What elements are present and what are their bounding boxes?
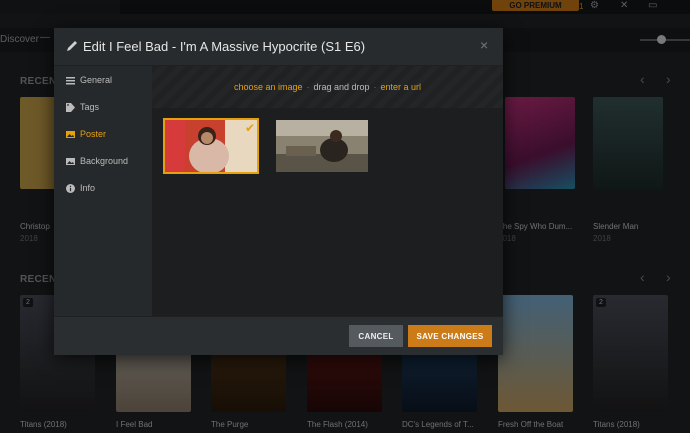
dropzone-text: choose an image · drag and drop · enter a ur…	[233, 82, 422, 92]
drag-drop-label: drag and drop	[313, 82, 370, 92]
sidebar-item-label: General	[80, 75, 113, 85]
sidebar-item-general[interactable]: General	[66, 75, 112, 85]
pencil-icon	[67, 41, 77, 51]
sidebar-item-background[interactable]: Background	[66, 156, 128, 166]
close-icon[interactable]: ×	[480, 37, 488, 53]
sidebar-item-label: Background	[80, 156, 129, 166]
poster-option[interactable]	[276, 120, 368, 172]
checkmark-icon: ✔	[244, 121, 255, 135]
enter-url-link[interactable]: enter a url	[381, 82, 422, 92]
sidebar-item-label: Info	[80, 183, 96, 193]
image-icon	[66, 130, 75, 138]
dialog-sidebar: General Tags Poster Background Info	[54, 66, 152, 316]
info-icon	[66, 183, 75, 193]
save-changes-button[interactable]: SAVE CHANGES	[408, 325, 492, 347]
sidebar-item-info[interactable]: Info	[66, 183, 95, 193]
poster-panel: choose an image · drag and drop · enter a ur…	[152, 66, 503, 316]
list-icon	[66, 76, 75, 84]
dialog-footer: CANCEL SAVE CHANGES	[54, 316, 503, 355]
sidebar-item-label: Poster	[80, 129, 107, 139]
tag-icon	[66, 102, 75, 112]
cancel-button[interactable]: CANCEL	[349, 325, 403, 347]
image-icon	[66, 157, 75, 165]
dialog-header: Edit I Feel Bad - I'm A Massive Hypocrit…	[54, 28, 503, 66]
poster-thumbnail-image	[165, 120, 257, 172]
dialog-title: Edit I Feel Bad - I'm A Massive Hypocrit…	[83, 39, 366, 54]
sidebar-item-poster[interactable]: Poster	[66, 129, 106, 139]
poster-option-selected[interactable]: ✔	[163, 118, 259, 174]
poster-thumbnail-image	[276, 120, 368, 172]
choose-image-link[interactable]: choose an image	[234, 82, 303, 92]
sidebar-item-tags[interactable]: Tags	[66, 102, 99, 112]
sidebar-item-label: Tags	[80, 102, 100, 112]
edit-metadata-dialog: Edit I Feel Bad - I'm A Massive Hypocrit…	[54, 28, 503, 355]
upload-dropzone[interactable]: choose an image · drag and drop · enter a ur…	[152, 66, 503, 108]
